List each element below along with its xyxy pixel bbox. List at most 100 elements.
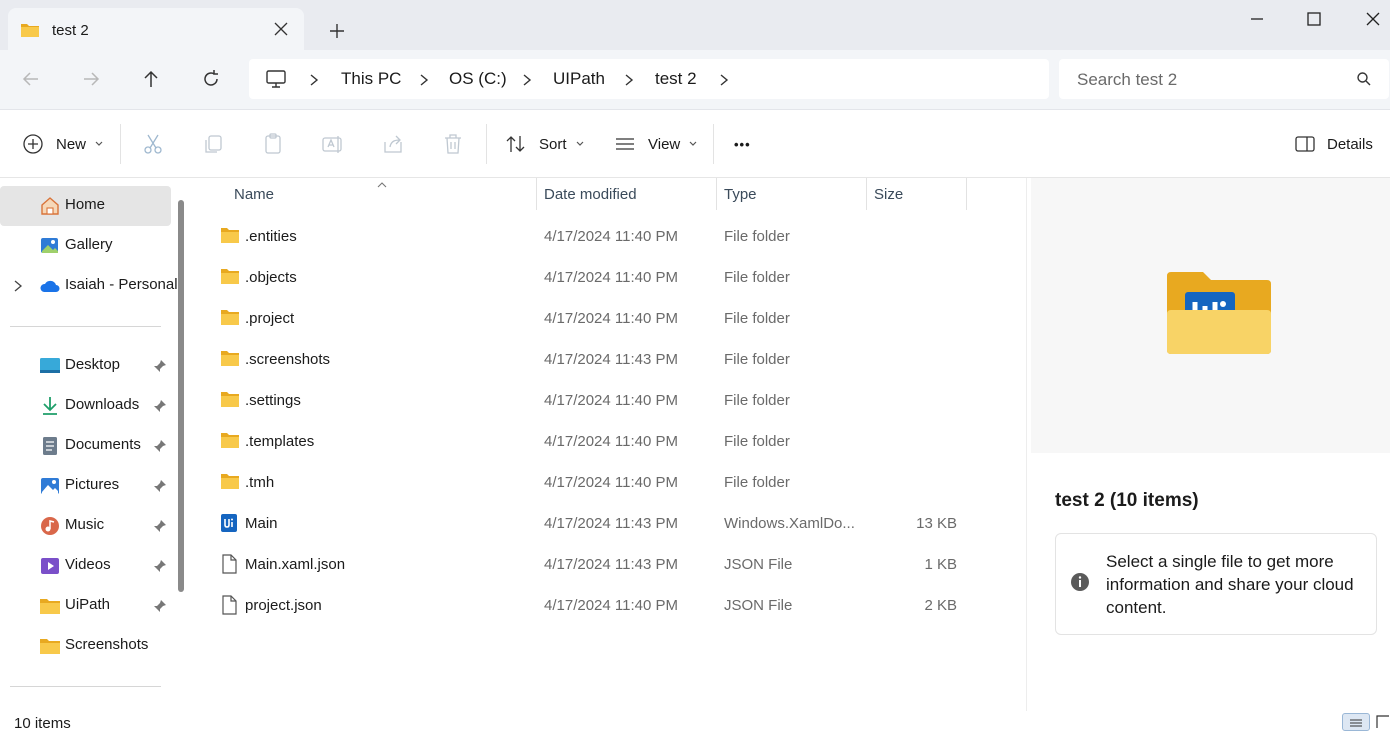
search-input[interactable]: Search test 2 [1059,59,1389,99]
file-name: .settings [245,392,301,409]
file-date: 4/17/2024 11:40 PM [544,433,678,450]
forward-arrow-icon[interactable] [80,68,102,90]
pin-icon[interactable] [152,438,168,454]
table-row[interactable]: .settings 4/17/2024 11:40 PM File folder [210,380,986,421]
paste-icon[interactable] [261,132,285,156]
table-row[interactable]: Main.xaml.json 4/17/2024 11:43 PM JSON Fil… [210,544,986,585]
tiles-view-toggle[interactable] [1376,715,1390,734]
breadcrumb-test-2[interactable]: test 2 [655,69,697,89]
sidebar-item-downloads[interactable]: Downloads [0,386,171,426]
maximize-icon[interactable] [1303,8,1325,30]
new-button[interactable]: New [22,132,104,156]
chevron-right-icon[interactable] [718,73,730,87]
pin-icon[interactable] [152,518,168,534]
sidebar-item-label: Desktop [65,356,121,373]
breadcrumb-uipath[interactable]: UIPath [553,69,605,89]
pin-icon[interactable] [152,358,168,374]
view-list-icon [614,136,636,152]
sidebar-item-desktop[interactable]: Desktop [0,346,171,386]
videos-icon [39,555,61,577]
view-button[interactable]: View [614,132,698,156]
close-window-icon[interactable] [1362,8,1384,30]
chevron-right-icon[interactable] [623,73,635,87]
sidebar-item-videos[interactable]: Videos [0,546,171,586]
table-row[interactable]: .tmh 4/17/2024 11:40 PM File folder [210,462,986,503]
minimize-icon[interactable] [1246,8,1268,30]
table-row[interactable]: .entities 4/17/2024 11:40 PM File folder [210,216,986,257]
file-name: Main [245,515,278,532]
sidebar-item-gallery[interactable]: Gallery [0,226,171,266]
chevron-down-icon [575,140,585,148]
sidebar-item-documents[interactable]: Documents [0,426,171,466]
uipath-folder-icon [1165,270,1273,361]
share-icon[interactable] [381,132,405,156]
table-row[interactable]: Main 4/17/2024 11:43 PM Windows.XamlDo... 1… [210,503,986,544]
sort-label: Sort [539,135,567,153]
file-type: File folder [724,392,790,409]
more-options-button[interactable]: ••• [734,132,751,156]
sort-button[interactable]: Sort [505,132,585,156]
details-pane-button[interactable]: Details [1295,132,1373,156]
file-type: File folder [724,474,790,491]
sidebar-item-label: Documents [65,436,141,453]
new-tab-button[interactable] [326,20,348,42]
breadcrumb-os-c[interactable]: OS (C:) [449,69,507,89]
sidebar-item-uipath[interactable]: UiPath [0,586,171,626]
breadcrumb-this-pc[interactable]: This PC [341,69,401,89]
chevron-right-icon[interactable] [418,73,430,87]
folder-icon [220,308,240,328]
details-view-toggle[interactable] [1342,713,1370,731]
file-name: project.json [245,597,322,614]
delete-icon[interactable] [441,132,465,156]
file-date: 4/17/2024 11:40 PM [544,597,678,614]
table-row[interactable]: .screenshots 4/17/2024 11:43 PM File folde… [210,339,986,380]
rename-icon[interactable] [321,132,345,156]
table-row[interactable]: .project 4/17/2024 11:40 PM File folder [210,298,986,339]
address-field[interactable]: This PC OS (C:) UIPath test 2 [249,59,1049,99]
details-title: test 2 (10 items) [1055,490,1199,511]
up-arrow-icon[interactable] [140,68,162,90]
search-icon[interactable] [1356,71,1372,92]
pin-icon[interactable] [152,598,168,614]
file-name: .project [245,310,295,327]
toolbar-divider [486,124,487,164]
close-tab-icon[interactable] [272,20,290,38]
details-pane: test 2 (10 items) Select a single file t… [1026,178,1390,711]
copy-icon[interactable] [201,132,225,156]
sidebar-item-music[interactable]: Music [0,506,171,546]
column-header-name[interactable]: Name [210,178,536,210]
column-divider[interactable] [966,178,967,210]
pin-icon[interactable] [152,478,168,494]
chevron-right-icon[interactable] [12,279,24,298]
sidebar-item-label: Videos [65,556,111,573]
pin-icon[interactable] [152,398,168,414]
tab-test-2[interactable]: test 2 [8,8,304,50]
navigation-pane: Home Gallery Isaiah - Personal Desktop D… [0,178,190,711]
item-count: 10 items [14,715,71,732]
sidebar-item-home[interactable]: Home [0,186,171,226]
column-header-type[interactable]: Type [716,178,866,210]
pin-icon[interactable] [152,558,168,574]
back-arrow-icon[interactable] [20,68,42,90]
file-name: .templates [245,433,315,450]
toolbar-divider [713,124,714,164]
column-header-size[interactable]: Size [866,178,966,210]
column-header-date[interactable]: Date modified [536,178,716,210]
file-type: File folder [724,351,790,368]
sidebar-item-screenshots[interactable]: Screenshots [0,626,171,666]
sidebar-scrollbar[interactable] [178,200,184,592]
sidebar-item-onedrive[interactable]: Isaiah - Personal [0,266,178,306]
chevron-right-icon[interactable] [308,73,320,87]
folder-icon [220,472,240,492]
column-size-label: Size [874,186,904,203]
table-row[interactable]: .templates 4/17/2024 11:40 PM File folder [210,421,986,462]
refresh-icon[interactable] [200,68,222,90]
sidebar-item-pictures[interactable]: Pictures [0,466,171,506]
column-date-label: Date modified [544,186,637,203]
table-row[interactable]: project.json 4/17/2024 11:40 PM JSON File 2… [210,585,986,626]
sidebar-divider [10,686,161,687]
cut-icon[interactable] [141,132,165,156]
sidebar-divider [10,326,161,327]
table-row[interactable]: .objects 4/17/2024 11:40 PM File folder [210,257,986,298]
chevron-right-icon[interactable] [521,73,533,87]
